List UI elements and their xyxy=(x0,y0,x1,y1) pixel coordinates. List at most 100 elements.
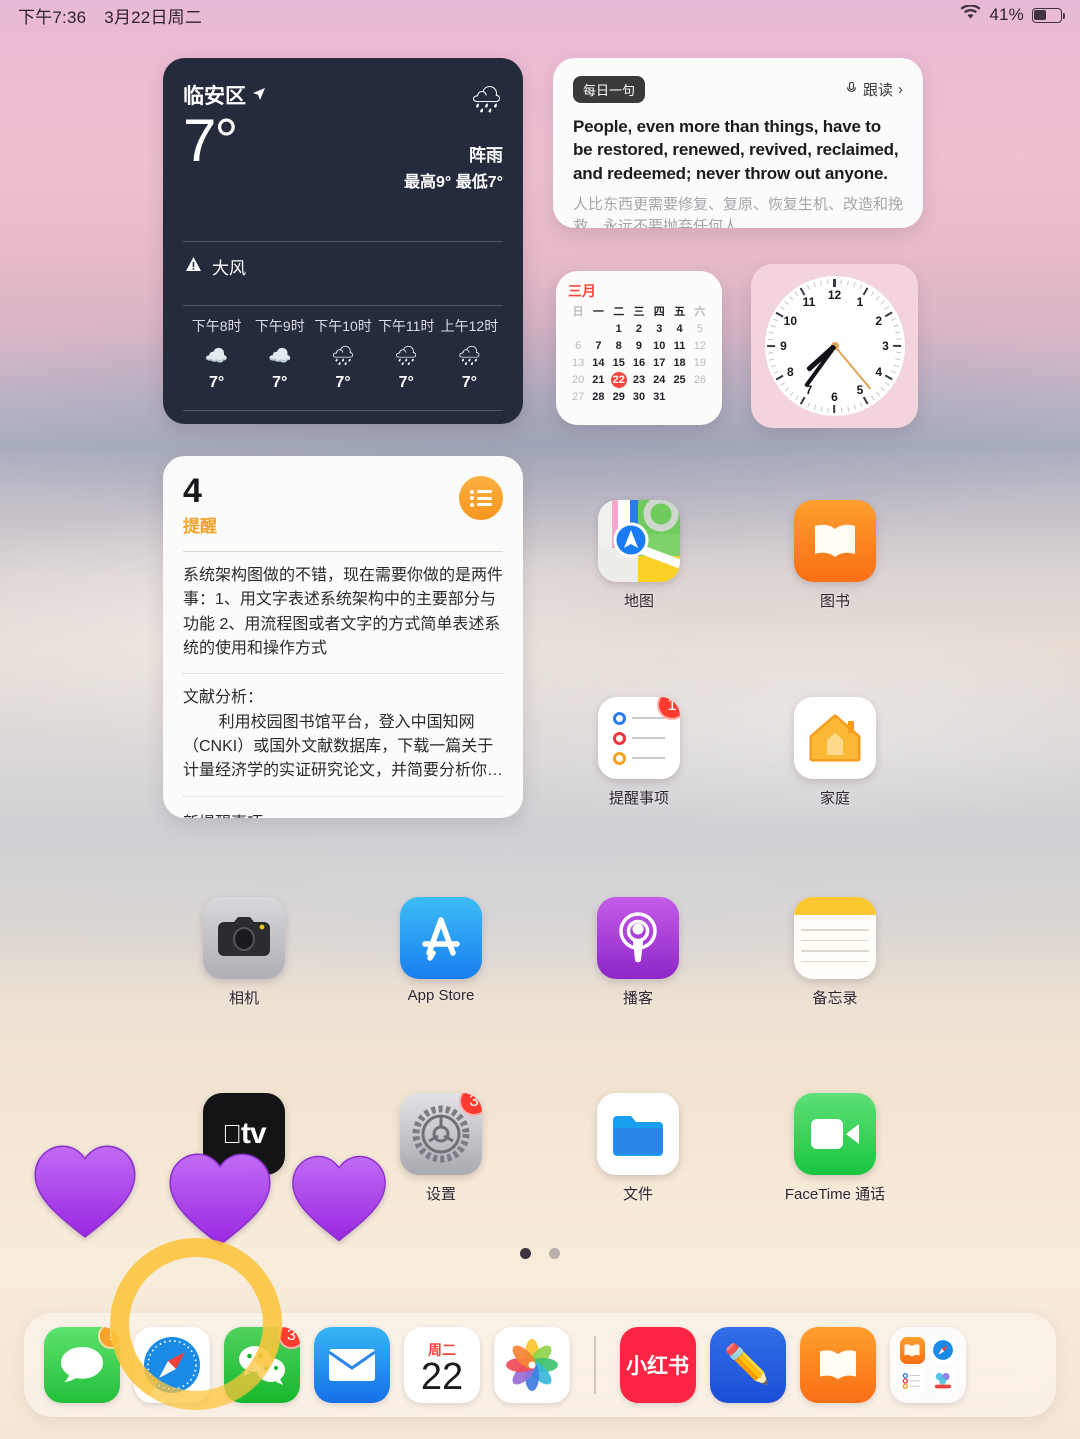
weather-daily-list: 周三 ☁️ 6° 16° 周四 ☀️ 5° 22° 周五 🌧 13° 21° xyxy=(183,411,503,424)
dock-messages[interactable]: ! xyxy=(44,1327,120,1403)
clock-tick xyxy=(806,402,810,408)
calendar-day-cell[interactable]: 26 xyxy=(690,372,710,388)
page-dot-2[interactable] xyxy=(549,1248,560,1259)
video-camera-icon[interactable] xyxy=(794,1093,876,1175)
hourly-temp: 7° xyxy=(461,374,478,391)
app-books[interactable]: 图书 xyxy=(776,500,894,611)
calendar-weekday-header: 一 xyxy=(592,306,604,318)
clock-tick xyxy=(833,279,836,287)
dock-safari[interactable] xyxy=(134,1327,210,1403)
dock-books[interactable] xyxy=(799,1327,876,1403)
clock-tick xyxy=(853,282,856,288)
weather-widget[interactable]: 临安区 7° 🌧 阵雨 最高9° 最低7° 大风 下午8时 ☁️ 7° 下午9时… xyxy=(163,58,523,424)
calendar-day-cell[interactable]: 7 xyxy=(588,338,608,354)
appstore-icon[interactable] xyxy=(400,897,482,979)
reminders-icon[interactable]: 1 xyxy=(598,697,680,779)
calendar-day-cell[interactable]: 13 xyxy=(568,355,588,371)
hourly-temp: 7° xyxy=(208,374,225,391)
calendar-day-cell[interactable]: 4 xyxy=(669,321,689,337)
app-reminders[interactable]: 1 提醒事项 xyxy=(580,697,698,808)
calendar-day-cell[interactable]: 29 xyxy=(609,389,629,405)
calendar-day-cell[interactable]: 23 xyxy=(629,372,649,388)
dock-mail[interactable] xyxy=(314,1327,390,1403)
calendar-day-cell[interactable]: 9 xyxy=(629,338,649,354)
calendar-day-cell[interactable]: 30 xyxy=(629,389,649,405)
app-maps[interactable]: 地图 xyxy=(580,500,698,611)
hourly-temp: 7° xyxy=(335,374,351,391)
dock-folder[interactable] xyxy=(889,1327,966,1403)
app-label: 提醒事项 xyxy=(608,790,669,807)
calendar-day-cell[interactable]: 11 xyxy=(669,338,689,354)
appletv-label: tv xyxy=(231,1117,267,1150)
calendar-day-cell[interactable]: 15 xyxy=(609,355,629,371)
calendar-day-cell[interactable]: 10 xyxy=(649,338,669,354)
home-icon[interactable] xyxy=(794,697,876,779)
calendar-day-cell[interactable]: 2 xyxy=(629,321,649,337)
maps-icon[interactable] xyxy=(598,500,680,582)
clock-tick xyxy=(859,284,863,290)
app-facetime[interactable]: FaceTime 通话 xyxy=(776,1093,894,1204)
app-appstore[interactable]: App Store xyxy=(382,897,500,1004)
app-label: 备忘录 xyxy=(812,990,858,1007)
dock-calendar[interactable]: 周二 22 xyxy=(404,1327,480,1403)
daily-quote-widget[interactable]: 每日一句 跟读 › People, even more than things,… xyxy=(553,58,923,228)
clock-numeral: 7 xyxy=(805,383,813,398)
clock-widget[interactable]: 12 1 2 3 4 5 6 7 8 9 10 11 xyxy=(751,264,918,428)
podcast-icon[interactable] xyxy=(597,897,679,979)
reminders-widget[interactable]: 4 提醒 系统架构图做的不错，现在需要你做的是两件事：1、用文字表述系统架构中的… xyxy=(163,456,523,818)
app-camera[interactable]: 相机 xyxy=(185,897,303,1008)
calendar-day-cell[interactable]: 20 xyxy=(568,372,588,388)
dock-photos[interactable] xyxy=(494,1327,570,1403)
app-settings[interactable]: 3 设置 xyxy=(382,1093,500,1204)
page-indicator[interactable] xyxy=(0,1248,1080,1259)
calendar-day-cell[interactable]: 12 xyxy=(690,338,710,354)
calendar-weekday-header: 四 xyxy=(653,306,665,318)
calendar-day-cell[interactable]: 1 xyxy=(609,321,629,337)
heart-sticker-1 xyxy=(30,1140,140,1240)
calendar-day-cell[interactable]: 19 xyxy=(690,355,710,371)
clock-tick xyxy=(870,291,875,297)
calendar-day-cell[interactable]: 27 xyxy=(568,389,588,405)
camera-icon[interactable] xyxy=(203,897,285,979)
calendar-day-cell[interactable]: 14 xyxy=(588,355,608,371)
calendar-day-cell[interactable]: 25 xyxy=(669,372,689,388)
calendar-day-cell[interactable]: 6 xyxy=(568,338,588,354)
gear-icon[interactable]: 3 xyxy=(400,1093,482,1175)
calendar-widget[interactable]: 三月 日一二三四五六 1 2 3 4 5 6 7 8 9 10 11 12 13 14 15 16 17 18 19 2… xyxy=(556,271,722,425)
dock-xiaohongshu[interactable]: 小红书 xyxy=(619,1327,696,1403)
rain-icon: 🌧 xyxy=(394,346,419,367)
calendar-day-cell[interactable]: 21 xyxy=(588,372,608,388)
app-notes[interactable]: 备忘录 xyxy=(776,897,894,1008)
dock-sketch[interactable]: ✏️ xyxy=(709,1327,786,1403)
app-home[interactable]: 家庭 xyxy=(776,697,894,808)
app-podcasts[interactable]: 播客 xyxy=(579,897,697,1008)
app-label: 相机 xyxy=(228,990,259,1007)
calendar-day-cell[interactable]: 17 xyxy=(649,355,669,371)
reminder-item-0[interactable]: 系统架构图做的不错，现在需要你做的是两件事：1、用文字表述系统架构中的主要部分与… xyxy=(183,564,503,661)
books-icon[interactable] xyxy=(794,500,876,582)
folder-icon[interactable] xyxy=(597,1093,679,1175)
follow-read-button[interactable]: 跟读 › xyxy=(845,79,903,100)
calendar-day-cell[interactable]: 5 xyxy=(690,321,710,337)
reminder-item-1[interactable]: 文献分析： 利用校园图书馆平台，登入中国知网（CNKI）或国外文献数据库，下载一… xyxy=(183,686,503,783)
app-files[interactable]: 文件 xyxy=(579,1093,697,1204)
dock-wechat[interactable]: 3 xyxy=(224,1327,300,1403)
clock-tick xyxy=(880,386,885,392)
calendar-day-cell[interactable]: 24 xyxy=(649,372,669,388)
reminder-item-2[interactable]: 新提醒事项 xyxy=(183,809,503,819)
calendar-day-cell[interactable]: 18 xyxy=(669,355,689,371)
divider xyxy=(183,673,503,675)
calendar-day-cell[interactable]: 3 xyxy=(649,321,669,337)
calendar-day-cell[interactable]: 28 xyxy=(588,389,608,405)
warning-triangle-icon xyxy=(185,256,202,277)
app-label: 设置 xyxy=(425,1186,456,1203)
calendar-day-cell[interactable]: 31 xyxy=(649,389,669,405)
page-dot-1[interactable] xyxy=(520,1248,531,1259)
follow-read-label: 跟读 xyxy=(862,82,893,99)
calendar-day-cell[interactable]: 16 xyxy=(629,355,649,371)
calendar-day-cell[interactable]: 22 xyxy=(610,372,627,388)
clock-numeral: 8 xyxy=(786,364,794,379)
clock-tick xyxy=(875,391,880,397)
notes-icon[interactable] xyxy=(794,897,876,979)
calendar-day-cell[interactable]: 8 xyxy=(609,338,629,354)
